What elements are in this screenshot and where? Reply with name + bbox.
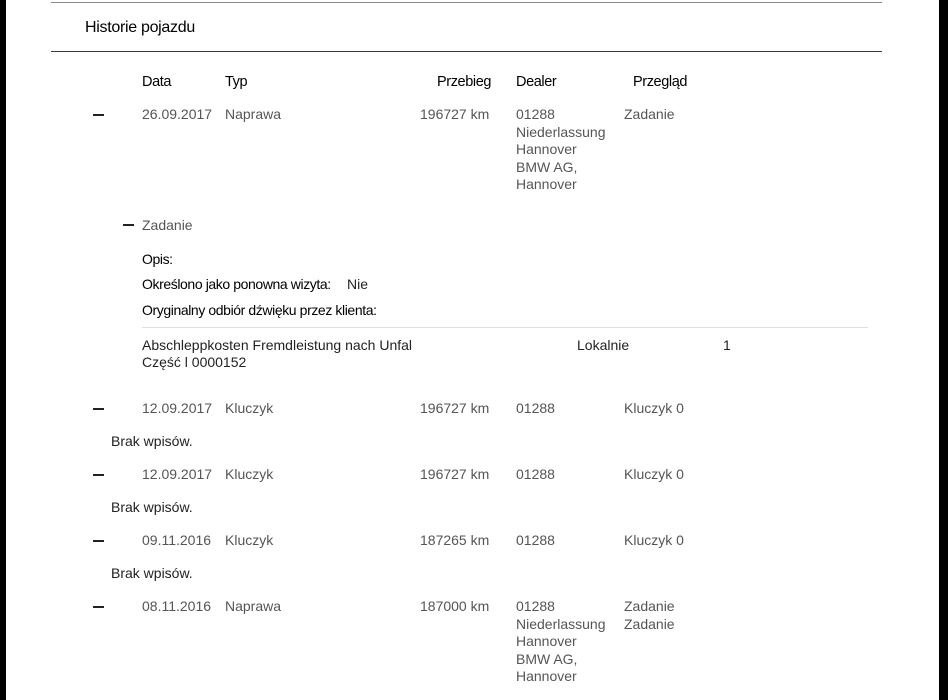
part-location: Lokalnie: [577, 337, 630, 353]
entry-dealer: 01288: [516, 532, 555, 548]
entry-mileage: 187265 km: [420, 532, 490, 548]
revisit-value: Nie: [347, 276, 369, 292]
task-section-label: Zadanie: [142, 217, 193, 233]
entry-type: Kluczyk: [225, 532, 274, 548]
part-number: Część l 0000152: [142, 354, 247, 370]
entry-mileage: 196727 km: [420, 400, 490, 416]
dealer-line: Hannover: [516, 668, 577, 684]
entry-type: Naprawa: [225, 106, 282, 122]
entry-mileage: 196727 km: [420, 466, 490, 482]
column-header-type: Typ: [225, 74, 248, 90]
column-header-mileage: Przebieg: [437, 74, 492, 90]
detail-divider: [142, 327, 868, 328]
entry-date: 12.09.2017: [142, 466, 213, 482]
entry-review: Kluczyk 0: [624, 400, 684, 416]
entry-dealer: 01288 Niederlassung Hannover BMW AG, Han…: [516, 106, 606, 194]
entry-type: Naprawa: [225, 598, 282, 614]
entry-date: 09.11.2016: [142, 532, 212, 548]
entry-review: Kluczyk 0: [624, 466, 684, 482]
customer-reception-label: Oryginalny odbiór dźwięku przez klienta:: [142, 302, 377, 318]
review-line: Zadanie: [624, 615, 675, 632]
entry-date: 26.09.2017: [142, 106, 213, 122]
collapse-entry-button[interactable]: [93, 540, 104, 542]
dealer-line: Hannover: [516, 176, 577, 192]
dealer-line: Hannover: [516, 141, 577, 157]
vehicle-history-page: Historie pojazdu Data Typ Przebieg Deale…: [6, 0, 939, 700]
dealer-line: 01288: [516, 598, 555, 614]
collapse-entry-button[interactable]: [93, 114, 104, 116]
dealer-line: 01288: [516, 106, 555, 122]
collapse-entry-button[interactable]: [93, 606, 104, 608]
part-quantity: 1: [723, 337, 731, 353]
header-divider: [51, 51, 882, 52]
entry-dealer: 01288: [516, 466, 555, 482]
no-entries-note: Brak wpisów.: [111, 565, 193, 581]
collapse-entry-button[interactable]: [93, 408, 104, 410]
dealer-line: BMW AG,: [516, 158, 578, 175]
entry-type: Kluczyk: [225, 400, 274, 416]
column-header-review: Przegląd: [633, 74, 688, 90]
entry-mileage: 187000 km: [420, 598, 490, 614]
dealer-line: Niederlassung: [516, 123, 606, 140]
top-divider: [51, 2, 882, 3]
no-entries-note: Brak wpisów.: [111, 499, 193, 515]
entry-dealer: 01288 Niederlassung Hannover BMW AG, Han…: [516, 598, 606, 686]
entry-review: Kluczyk 0: [624, 532, 684, 548]
dealer-line: BMW AG,: [516, 650, 578, 667]
entry-date: 12.09.2017: [142, 400, 213, 416]
collapse-task-button[interactable]: [123, 224, 134, 226]
entry-review: Zadanie: [624, 106, 675, 122]
part-name: Abschleppkosten Fremdleistung nach Unfal: [142, 337, 413, 353]
collapse-entry-button[interactable]: [93, 474, 104, 476]
page-title: Historie pojazdu: [85, 19, 195, 36]
column-header-dealer: Dealer: [516, 74, 557, 90]
no-entries-note: Brak wpisów.: [111, 433, 193, 449]
entry-dealer: 01288: [516, 400, 555, 416]
review-line: Zadanie: [624, 598, 675, 614]
entry-date: 08.11.2016: [142, 598, 212, 614]
dealer-line: Niederlassung: [516, 615, 606, 632]
description-label: Opis:: [142, 251, 173, 267]
entry-type: Kluczyk: [225, 466, 274, 482]
revisit-label: Określono jako ponowna wizyta:: [142, 276, 331, 292]
entry-review: Zadanie Zadanie: [624, 598, 675, 633]
entry-mileage: 196727 km: [420, 106, 490, 122]
column-header-date: Data: [142, 74, 172, 90]
dealer-line: Hannover: [516, 633, 577, 649]
